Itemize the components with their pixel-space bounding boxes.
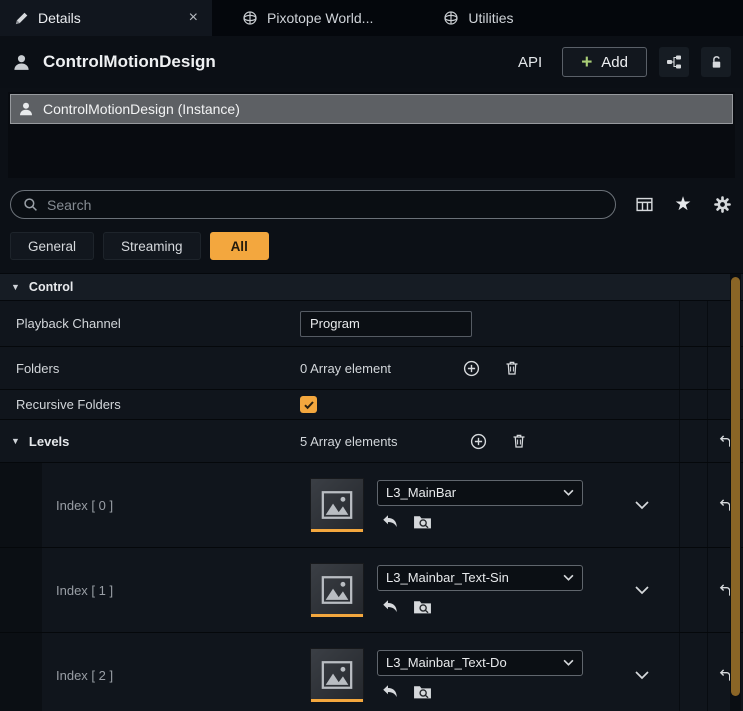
level-item-row-0: Index [ 0 ] L3_MainBar — [0, 463, 743, 548]
search-field[interactable] — [10, 190, 616, 219]
property-row-folders: Folders 0 Array element — [0, 347, 743, 390]
tab-details[interactable]: Details × — [0, 0, 212, 36]
use-selected-asset-icon[interactable] — [381, 513, 399, 531]
tab-label: Pixotope World... — [267, 10, 373, 26]
index-label: Index [ 0 ] — [0, 463, 292, 547]
expand-chevron-icon[interactable] — [635, 501, 649, 510]
filter-row: General Streaming All — [0, 219, 743, 273]
tab-label: Utilities — [468, 10, 513, 26]
search-icon — [23, 197, 38, 212]
globe-icon — [443, 10, 459, 26]
chevron-down-icon — [563, 659, 574, 666]
unlock-icon — [709, 55, 724, 70]
section-title: Control — [29, 280, 73, 294]
asset-name: L3_Mainbar_Text-Do — [386, 655, 563, 670]
page-title: ControlMotionDesign — [43, 52, 216, 72]
actor-person-icon — [18, 101, 34, 117]
tab-bar: Details × Pixotope World... Utilities — [0, 0, 743, 36]
asset-name: L3_MainBar — [386, 485, 563, 500]
lock-button[interactable] — [701, 47, 731, 77]
details-header: ControlMotionDesign API + Add — [0, 36, 743, 88]
check-icon — [303, 399, 315, 411]
triangle-down-icon: ▼ — [11, 282, 20, 292]
add-element-button[interactable] — [470, 433, 487, 450]
property-label: Playback Channel — [0, 316, 292, 331]
asset-dropdown[interactable]: L3_Mainbar_Text-Sin — [377, 565, 583, 591]
star-icon: ★ — [674, 195, 691, 214]
asset-name: L3_Mainbar_Text-Sin — [386, 570, 563, 585]
add-button-label: Add — [601, 54, 628, 71]
property-grid: ▼ Control Playback Channel Folders 0 Arr… — [0, 273, 743, 711]
playback-channel-input[interactable] — [300, 311, 472, 337]
property-row-recursive-folders: Recursive Folders — [0, 390, 743, 420]
filter-all-button[interactable]: All — [210, 232, 269, 260]
filter-label: General — [28, 239, 76, 254]
level-image-icon — [320, 658, 354, 692]
index-label: Index [ 2 ] — [0, 633, 292, 711]
globe-icon — [242, 10, 258, 26]
grid-columns-icon — [635, 195, 654, 214]
search-input[interactable] — [47, 197, 603, 213]
search-row: ★ — [0, 190, 743, 219]
close-icon[interactable]: × — [189, 9, 198, 27]
instance-label: ControlMotionDesign (Instance) — [43, 101, 240, 117]
property-row-playback-channel: Playback Channel — [0, 301, 743, 347]
array-count: 5 Array elements — [300, 434, 398, 449]
level-item-row-1: Index [ 1 ] L3_Mainbar_Text-Sin — [0, 548, 743, 633]
browse-to-asset-icon[interactable] — [413, 683, 432, 700]
api-button[interactable]: API — [510, 50, 550, 75]
asset-dropdown[interactable]: L3_MainBar — [377, 480, 583, 506]
filter-label: Streaming — [121, 239, 183, 254]
section-header-control[interactable]: ▼ Control — [0, 274, 743, 301]
trash-icon[interactable] — [504, 360, 520, 376]
level-image-icon — [320, 573, 354, 607]
use-selected-asset-icon[interactable] — [381, 598, 399, 616]
add-element-button[interactable] — [463, 360, 480, 377]
property-label: Recursive Folders — [0, 397, 292, 412]
index-label: Index [ 1 ] — [0, 548, 292, 632]
trash-icon[interactable] — [511, 433, 527, 449]
use-selected-asset-icon[interactable] — [381, 683, 399, 701]
node-graph-icon — [666, 54, 682, 70]
plus-icon: + — [581, 53, 592, 72]
tab-utilities[interactable]: Utilities — [429, 0, 527, 36]
filter-streaming-button[interactable]: Streaming — [103, 232, 201, 260]
asset-dropdown[interactable]: L3_Mainbar_Text-Do — [377, 650, 583, 676]
details-pencil-icon — [14, 11, 29, 26]
browse-to-asset-icon[interactable] — [413, 598, 432, 615]
open-blueprint-button[interactable] — [659, 47, 689, 77]
asset-thumbnail[interactable] — [310, 563, 364, 617]
chevron-down-icon — [563, 489, 574, 496]
list-item-instance[interactable]: ControlMotionDesign (Instance) — [10, 94, 733, 124]
property-label: Folders — [0, 361, 292, 376]
add-button[interactable]: + Add — [562, 47, 647, 77]
scrollbar-thumb[interactable] — [731, 277, 740, 696]
triangle-down-icon: ▼ — [11, 436, 20, 446]
gear-icon — [713, 195, 732, 214]
tab-pixotope-world[interactable]: Pixotope World... — [228, 0, 387, 36]
expand-chevron-icon[interactable] — [635, 586, 649, 595]
property-row-levels: ▼ Levels 5 Array elements — [0, 420, 743, 463]
view-options-button[interactable] — [633, 194, 655, 216]
property-label: Levels — [29, 434, 69, 449]
instance-list: ControlMotionDesign (Instance) — [8, 92, 735, 178]
level-image-icon — [320, 488, 354, 522]
browse-to-asset-icon[interactable] — [413, 513, 432, 530]
tab-label: Details — [38, 10, 81, 26]
level-item-row-2: Index [ 2 ] L3_Mainbar_Text-Do — [0, 633, 743, 711]
asset-thumbnail[interactable] — [310, 648, 364, 702]
scrollbar-track[interactable] — [730, 274, 741, 711]
filter-general-button[interactable]: General — [10, 232, 94, 260]
chevron-down-icon — [563, 574, 574, 581]
settings-button[interactable] — [711, 194, 733, 216]
array-count: 0 Array element — [300, 361, 391, 376]
actor-person-icon — [12, 53, 31, 72]
recursive-folders-checkbox[interactable] — [300, 396, 317, 413]
favorites-button[interactable]: ★ — [672, 194, 694, 216]
expand-chevron-icon[interactable] — [635, 671, 649, 680]
filter-label: All — [231, 239, 248, 254]
asset-thumbnail[interactable] — [310, 478, 364, 532]
property-label-levels[interactable]: ▼ Levels — [0, 434, 292, 449]
